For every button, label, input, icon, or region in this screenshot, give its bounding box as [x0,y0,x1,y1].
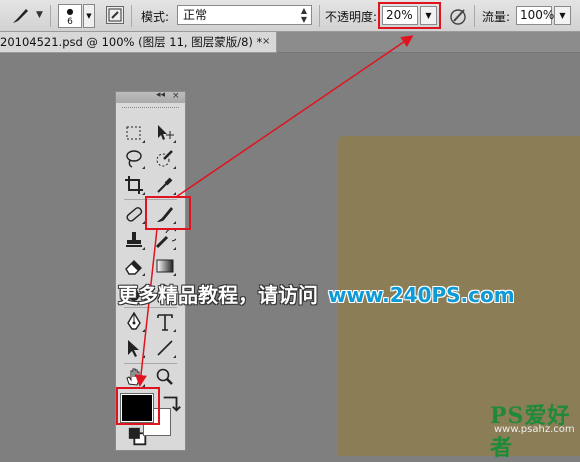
tools-panel-header[interactable]: ◂◂ × [116,90,185,103]
brush-tool-highlight-box [145,196,191,230]
lasso-tool-icon[interactable] [123,148,145,170]
brush-picker-arrow[interactable]: ▼ [83,4,95,28]
close-icon[interactable]: × [172,91,180,101]
opacity-label: 不透明度: [325,10,378,24]
divider [131,5,132,27]
default-colors-icon[interactable] [127,426,147,446]
crop-tool-icon[interactable] [123,174,145,196]
blend-mode-select[interactable]: 正常 ▲ ▼ [177,5,312,25]
watermark-banner: 更多精品教程，请访问 www.240PS.com [118,279,515,308]
brush-tip-dot-icon: ● [66,7,74,16]
foreground-color-highlight-box [116,387,160,425]
mode-label: 模式: [141,10,170,24]
document-tab[interactable]: 20104521.psd @ 100% (图层 11, 图层蒙版/8) * [0,32,277,53]
move-tool-icon[interactable] [154,122,176,144]
tab-strip [277,32,580,53]
marquee-tool-icon[interactable] [123,122,145,144]
site-logo: PS爱好者 www.psahz.com [490,398,580,462]
blend-mode-value: 正常 [183,8,208,22]
zoom-tool-icon[interactable] [154,366,176,388]
tool-separator [124,363,177,364]
divider [319,5,320,27]
clone-stamp-tool-icon[interactable] [123,229,145,251]
select-arrows-icon: ▲ ▼ [300,6,307,24]
eraser-tool-icon[interactable] [123,255,145,277]
panel-grip[interactable] [122,107,179,110]
tablet-pressure-icon[interactable] [449,6,469,26]
divider [474,5,475,27]
swap-colors-icon[interactable] [160,392,181,412]
brush-panel-toggle-button[interactable] [106,6,124,24]
path-selection-tool-icon[interactable] [123,337,145,359]
collapse-icon[interactable]: ◂◂ [156,90,165,100]
close-tab-icon[interactable]: × [262,32,270,52]
hand-tool-icon[interactable] [123,366,145,388]
flow-input[interactable]: 100% [516,6,554,25]
flow-label: 流量: [482,10,511,24]
brush-size-field[interactable]: ● 6 [58,4,82,28]
logo-url: www.psahz.com [494,424,575,435]
flow-slider-arrow[interactable]: ▼ [554,6,571,25]
quick-selection-tool-icon[interactable] [154,148,176,170]
opacity-highlight-box [378,2,441,29]
pen-tool-icon[interactable] [123,311,145,333]
document-title: 20104521.psd @ 100% (图层 11, 图层蒙版/8) * [0,35,263,49]
divider [50,5,51,27]
brush-tool-preset-icon[interactable] [10,7,32,25]
options-bar: ▼ ● 6 ▼ 模式: 正常 ▲ ▼ 不透明度: 20% ▼ 流量: 100% ▼ [0,0,580,32]
type-tool-icon[interactable] [154,311,176,333]
watermark-text: 更多精品教程，请访问 [118,283,318,307]
line-tool-icon[interactable] [154,337,176,359]
gradient-tool-icon[interactable] [154,255,176,277]
preset-dropdown-arrow[interactable]: ▼ [36,10,43,20]
eyedropper-tool-icon[interactable] [154,174,176,196]
brush-size-value: 6 [67,17,73,27]
watermark-url: www.240PS.com [328,283,515,307]
healing-brush-tool-icon[interactable] [123,203,145,225]
history-brush-tool-icon[interactable] [154,228,179,251]
